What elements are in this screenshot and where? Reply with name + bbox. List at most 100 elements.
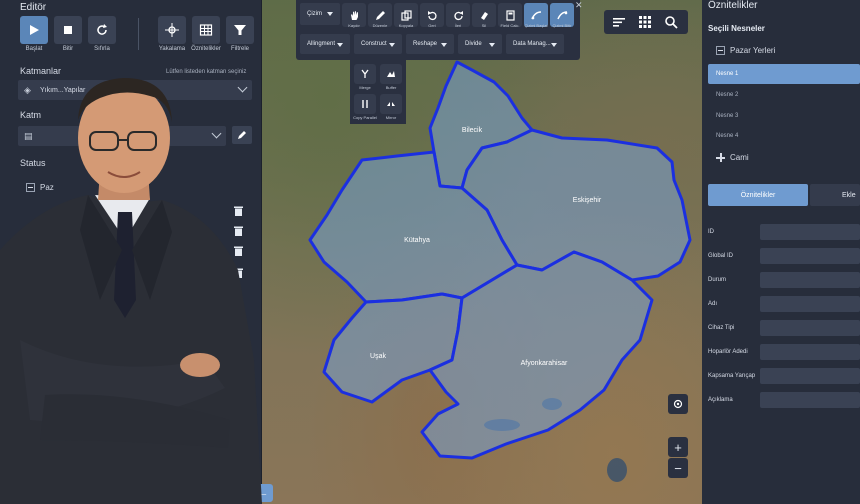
tab-add[interactable]: Ekle bbox=[810, 184, 860, 206]
trash-icon[interactable] bbox=[234, 333, 243, 343]
copy-parallel-label: Copy Parallel bbox=[353, 115, 377, 120]
trash-icon[interactable] bbox=[234, 311, 243, 321]
redo-icon bbox=[453, 10, 463, 20]
trash-icon[interactable] bbox=[234, 436, 243, 446]
list-item[interactable]: Nesne 3 bbox=[716, 113, 738, 119]
buffer-button[interactable] bbox=[380, 64, 402, 84]
arrow-left-icon: ← bbox=[257, 487, 269, 499]
stop-button[interactable] bbox=[54, 16, 82, 44]
group-cami[interactable]: Cami bbox=[716, 153, 749, 163]
trash-icon[interactable] bbox=[234, 478, 243, 488]
group-pazar-yerleri[interactable]: Pazar Yerleri bbox=[716, 46, 775, 56]
tab-label: Ekle bbox=[842, 191, 856, 199]
trash-icon[interactable] bbox=[234, 268, 243, 278]
trash-icon[interactable] bbox=[234, 456, 243, 466]
locate-button[interactable] bbox=[668, 394, 688, 414]
pencil-icon bbox=[238, 131, 246, 139]
collapse-icon bbox=[716, 46, 725, 56]
reshape-label: Reshape bbox=[413, 41, 438, 47]
attr-input-name[interactable] bbox=[760, 296, 860, 312]
trash-icon[interactable] bbox=[234, 226, 243, 236]
divide-dropdown[interactable]: Divide bbox=[458, 34, 502, 54]
zoom-out-button[interactable]: − bbox=[668, 458, 688, 478]
merge-button[interactable] bbox=[354, 64, 376, 84]
draw-dropdown[interactable]: Çizim bbox=[300, 3, 340, 25]
stop-icon bbox=[64, 26, 72, 34]
mirror-button[interactable] bbox=[380, 94, 402, 114]
map-view[interactable]: Bilecik Eskişehir Kütahya Uşak Afyonkara… bbox=[262, 0, 702, 504]
finish-drawing-label: Çizimi Bitir bbox=[552, 23, 572, 28]
drawing-toolbar: Çizim Kaydır Düzenle Kopyala Geri İleri … bbox=[296, 0, 580, 60]
trash-icon[interactable] bbox=[234, 353, 243, 363]
snap-button[interactable] bbox=[158, 16, 186, 44]
trash-icon[interactable] bbox=[234, 246, 243, 256]
layers-label: Katmanlar bbox=[20, 66, 62, 76]
construct-label: Construct bbox=[361, 41, 387, 47]
attr-label-speaker-count: Hoparlör Adedi bbox=[708, 349, 748, 355]
merge-label: Merge bbox=[359, 85, 371, 90]
attr-input-speaker-count[interactable] bbox=[760, 344, 860, 360]
alignment-dropdown[interactable]: Allingment bbox=[300, 34, 350, 54]
reshape-dropdown[interactable]: Reshape bbox=[406, 34, 454, 54]
draw-start-icon bbox=[530, 10, 541, 19]
layer-select-value: Yıkım...Yapılar bbox=[40, 86, 86, 94]
mirror-icon bbox=[387, 102, 395, 106]
region-map: Bilecik Eskişehir Kütahya Uşak Afyonkara… bbox=[308, 60, 692, 482]
mirror-label: Mirror bbox=[385, 115, 397, 120]
attr-label-global-id: Global ID bbox=[708, 253, 734, 259]
collapse-panel-button[interactable]: ← bbox=[253, 484, 273, 502]
list-item-label: Nesne 2 bbox=[716, 92, 739, 98]
attributes-button[interactable] bbox=[192, 16, 220, 44]
zoom-in-button[interactable]: + bbox=[668, 437, 688, 457]
search-icon[interactable] bbox=[664, 15, 678, 29]
list-item[interactable]: Nesne 4 bbox=[716, 133, 738, 139]
tree-group-row[interactable]: Paz bbox=[26, 183, 54, 193]
calculator-icon bbox=[505, 9, 515, 21]
edit-button[interactable] bbox=[232, 126, 252, 144]
reset-icon bbox=[97, 24, 107, 35]
list-icon[interactable] bbox=[612, 15, 626, 29]
data-management-dropdown[interactable]: Data Manag... bbox=[506, 34, 564, 54]
start-button[interactable] bbox=[20, 16, 48, 44]
reset-button[interactable] bbox=[88, 16, 116, 44]
editor-title: Editör bbox=[20, 2, 47, 13]
construct-dropdown[interactable]: Construct bbox=[354, 34, 402, 54]
attr-label-id: ID bbox=[708, 229, 714, 235]
copy-icon bbox=[400, 9, 412, 21]
grid-icon[interactable] bbox=[638, 15, 652, 29]
region-label-kutahya: Kütahya bbox=[404, 237, 430, 244]
expand-icon bbox=[716, 153, 725, 163]
list-item-label: Nesne 4 bbox=[716, 133, 739, 139]
eraser-icon bbox=[480, 11, 488, 20]
pencil-icon bbox=[375, 10, 385, 20]
attr-input-status[interactable] bbox=[760, 272, 860, 288]
list-icon: ▤ bbox=[24, 131, 33, 141]
attr-label-name: Adı bbox=[708, 301, 718, 307]
list-item-label: Nesne 1 bbox=[716, 71, 739, 77]
table-icon bbox=[199, 24, 213, 36]
region-label-usak: Uşak bbox=[370, 353, 386, 360]
tab-attributes[interactable]: Öznitelikler bbox=[708, 184, 808, 206]
attributes-panel: Öznitelikler Seçili Nesneler Pazar Yerle… bbox=[702, 0, 860, 504]
trash-icon[interactable] bbox=[234, 206, 243, 216]
list-item[interactable]: Nesne 2 bbox=[716, 92, 738, 98]
selected-objects-header: Seçili Nesneler bbox=[708, 24, 765, 33]
filter-button[interactable] bbox=[226, 16, 254, 44]
list-item-selected[interactable]: Nesne 1 bbox=[708, 64, 860, 84]
attr-input-coverage-radius[interactable] bbox=[760, 368, 860, 384]
second-layer-label: Katm bbox=[20, 110, 42, 120]
attr-input-global-id[interactable] bbox=[760, 248, 860, 264]
attr-input-device-type[interactable] bbox=[760, 320, 860, 336]
close-icon[interactable]: ✕ bbox=[575, 0, 583, 11]
divide-label: Divide bbox=[465, 41, 482, 47]
layer-select[interactable]: ◈ Yıkım...Yapılar bbox=[18, 80, 252, 100]
region-label-bilecik: Bilecik bbox=[462, 127, 483, 134]
status-label: Status bbox=[20, 158, 46, 168]
attr-input-id[interactable] bbox=[760, 224, 860, 240]
copy-parallel-button[interactable] bbox=[354, 94, 376, 114]
layers-icon: ◈ bbox=[24, 85, 31, 95]
sublayer-select[interactable]: ▤ bbox=[18, 126, 226, 146]
attr-input-description[interactable] bbox=[760, 392, 860, 408]
draw-dropdown-label: Çizim bbox=[307, 11, 322, 17]
editor-panel: Editör Başlat Bitir Sıfırla Yakalama Özn… bbox=[0, 0, 262, 504]
